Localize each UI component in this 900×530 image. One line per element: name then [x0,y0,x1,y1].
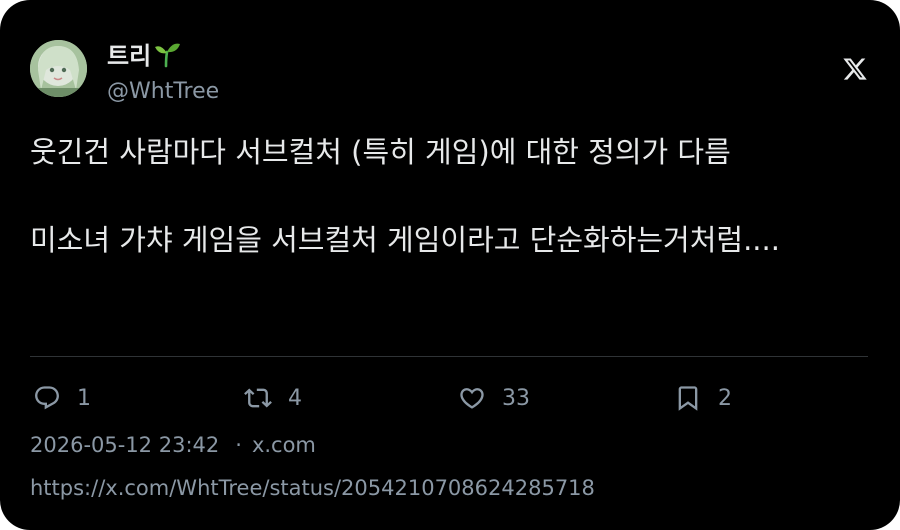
avatar[interactable] [30,40,87,97]
sprout-icon [155,43,181,67]
retweet-button[interactable]: 4 [244,380,302,416]
user-handle[interactable]: @WhtTree [107,79,219,104]
tweet-url[interactable]: https://x.com/WhtTree/status/20542107086… [30,476,595,500]
like-button[interactable]: 33 [458,380,530,416]
reply-count: 1 [77,385,91,411]
x-logo-icon[interactable] [842,56,868,82]
display-name[interactable]: 트리 [107,36,181,71]
like-count: 33 [502,385,530,411]
display-name-text: 트리 [107,42,152,70]
meta-separator: · [235,433,242,457]
retweet-count: 4 [288,385,302,411]
tweet-card: 트리 @WhtTree 웃긴건 사람마다 서브컬처 (특히 게임)에 대한 정의… [0,0,900,530]
bookmark-button[interactable]: 2 [674,380,732,416]
avatar-image [30,40,87,97]
retweet-icon [244,388,272,408]
tweet-text: 웃긴건 사람마다 서브컬처 (특히 게임)에 대한 정의가 다름 미소녀 가챠 … [30,135,780,257]
divider [30,356,868,357]
timestamp[interactable]: 2026-05-12 23:42 [30,433,219,457]
reply-button[interactable]: 1 [33,380,91,416]
tweet-meta: 2026-05-12 23:42 · x.com [30,433,316,457]
reply-icon [35,386,59,410]
source: x.com [251,433,316,457]
bookmark-count: 2 [718,385,732,411]
heart-icon [460,388,484,409]
bookmark-icon [678,386,698,411]
